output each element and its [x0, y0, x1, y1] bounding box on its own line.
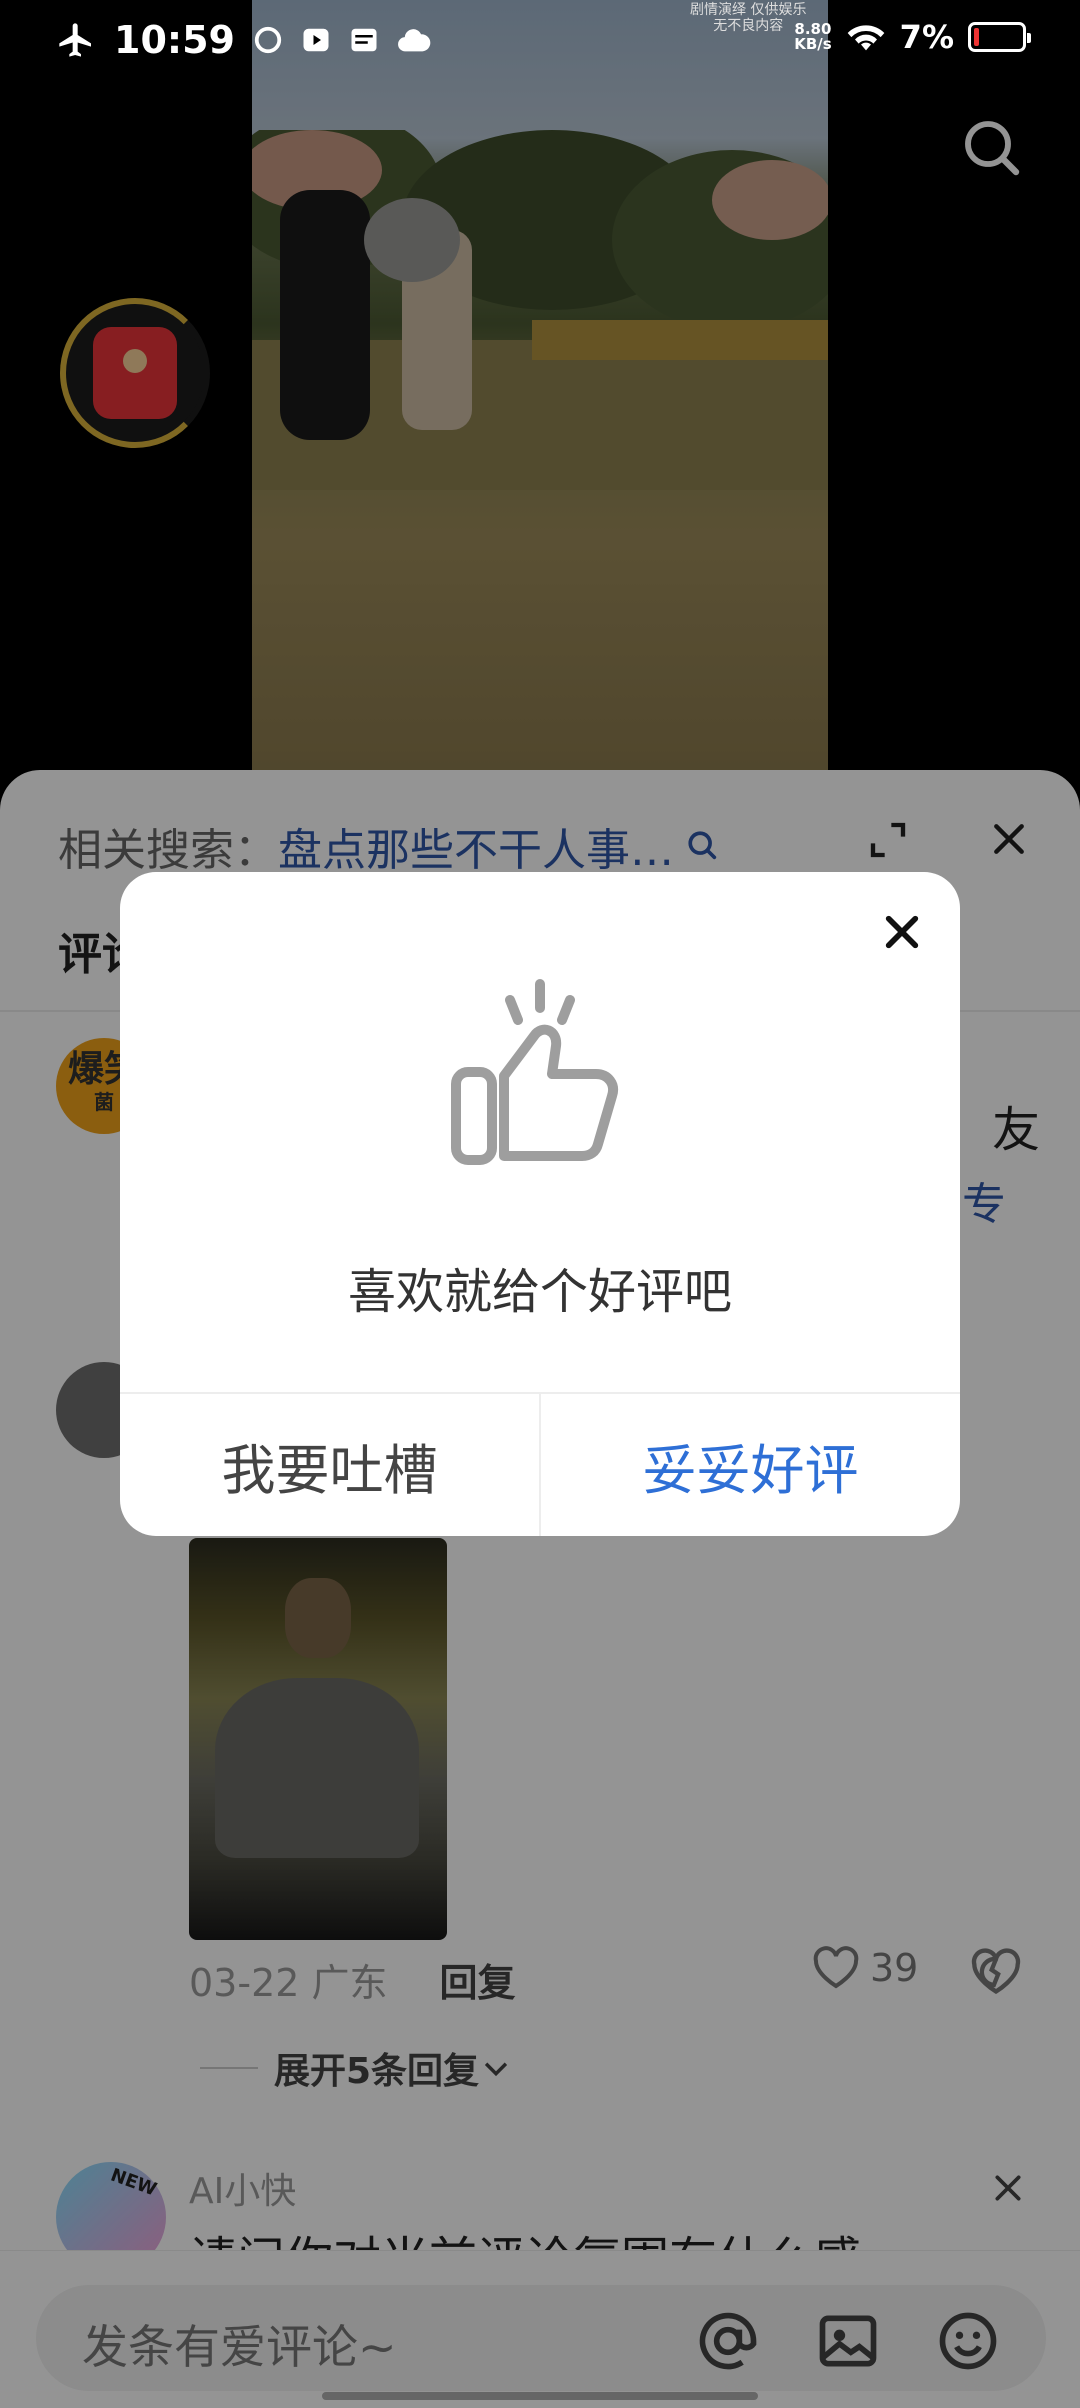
complain-button[interactable]: 我要吐槽 [120, 1394, 541, 1536]
card-notification-icon [351, 28, 377, 52]
network-speed: 8.80 KB/s [794, 20, 832, 53]
video-disclaimer: 剧情演绎 仅供娱乐 无不良内容 [690, 2, 807, 34]
good-review-button[interactable]: 妥妥好评 [541, 1394, 960, 1536]
cloud-icon [398, 29, 431, 52]
dialog-actions: 我要吐槽 妥妥好评 [120, 1392, 960, 1536]
home-indicator[interactable] [322, 2392, 758, 2400]
airplane-mode-icon [59, 23, 91, 57]
status-bar: 10:59 剧情演绎 仅供娱乐 无不良内容 8.80 KB/s 7% [0, 0, 1080, 84]
play-notification-icon [303, 28, 329, 52]
battery-percent: 7% [899, 18, 954, 56]
dialog-message: 喜欢就给个好评吧 [347, 1264, 732, 1320]
wifi-icon [847, 25, 885, 51]
close-icon[interactable] [882, 912, 922, 952]
rating-dialog: 喜欢就给个好评吧 我要吐槽 妥妥好评 [120, 872, 960, 1536]
status-time: 10:59 [114, 18, 235, 62]
thumbs-up-icon [451, 979, 618, 1165]
battery-icon [968, 22, 1031, 52]
app-notification-icon [254, 26, 282, 54]
